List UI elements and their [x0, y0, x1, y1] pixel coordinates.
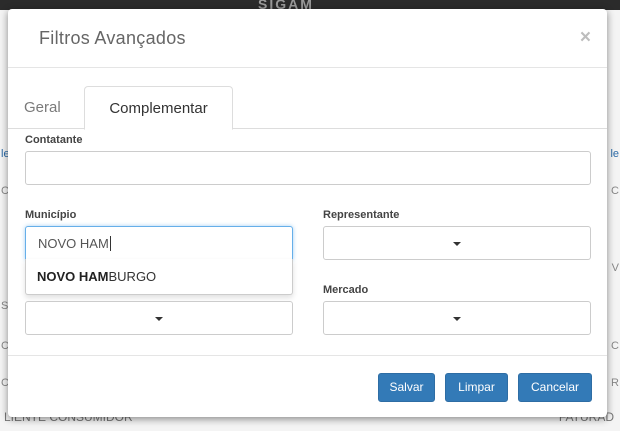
clear-button[interactable]: Limpar — [445, 373, 508, 402]
background-edge-text: C — [611, 340, 619, 352]
background-edge-text: V — [611, 262, 619, 274]
tab-geral[interactable]: Geral — [24, 86, 61, 129]
mercado-select[interactable] — [323, 301, 591, 335]
tab-complementar[interactable]: Complementar — [84, 86, 233, 130]
modal-header: Filtros Avançados × — [8, 9, 607, 68]
chevron-down-icon — [453, 317, 461, 321]
municipio-input[interactable]: NOVO HAM — [25, 226, 293, 260]
representante-select[interactable] — [323, 226, 591, 260]
tab-bar: Geral Complementar — [8, 86, 607, 130]
close-icon[interactable]: × — [580, 28, 591, 47]
autocomplete-match-text: NOVO HAM — [37, 269, 109, 284]
save-button[interactable]: Salvar — [378, 373, 435, 402]
chevron-down-icon — [453, 242, 461, 246]
contatante-input[interactable] — [25, 151, 591, 185]
mercado-label: Mercado — [323, 284, 369, 296]
modal-title: Filtros Avançados — [39, 28, 186, 48]
background-edge-text: R — [611, 377, 619, 389]
cancel-button[interactable]: Cancelar — [518, 373, 592, 402]
background-edge-text: C — [611, 185, 619, 197]
municipio-label: Município — [25, 209, 77, 221]
autocomplete-option[interactable]: NOVO HAMBURGO — [25, 259, 293, 295]
contatante-label: Contatante — [25, 134, 83, 146]
advanced-filters-modal: Filtros Avançados × Geral Complementar C… — [8, 9, 607, 417]
municipio-secondary-select[interactable] — [25, 301, 293, 335]
text-cursor — [109, 235, 111, 251]
modal-footer: Salvar Limpar Cancelar — [8, 355, 607, 417]
autocomplete-rest-text: BURGO — [108, 269, 157, 284]
background-edge-text: le — [610, 148, 619, 160]
representante-label: Representante — [323, 209, 400, 221]
chevron-down-icon — [155, 317, 163, 321]
municipio-input-value: NOVO HAM — [38, 235, 109, 251]
